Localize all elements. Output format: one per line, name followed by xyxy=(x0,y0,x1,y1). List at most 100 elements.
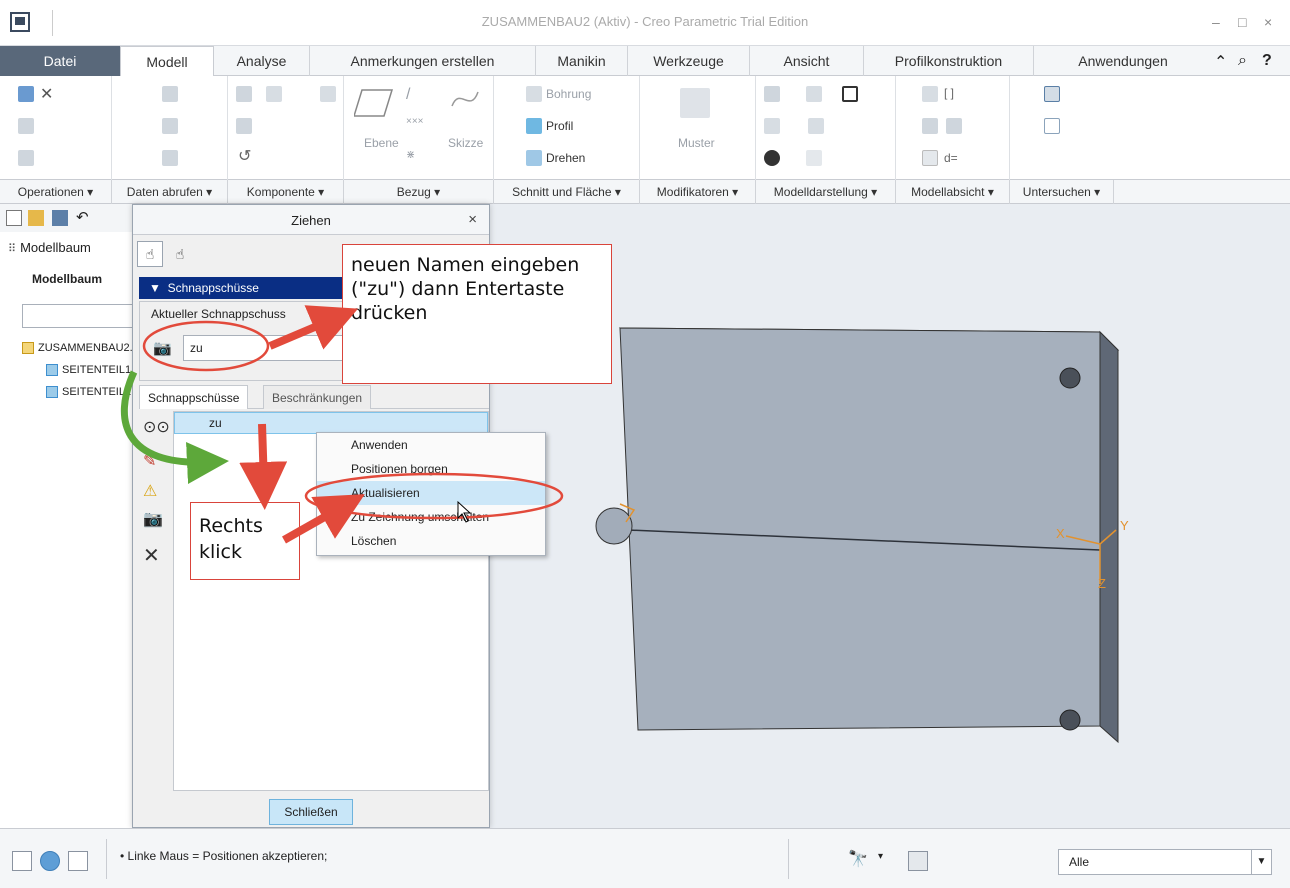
parameters-icon[interactable]: [ ] xyxy=(944,86,954,100)
tab-modell[interactable]: Modell xyxy=(120,46,214,77)
delete-snapshot-icon[interactable]: ✕ xyxy=(143,543,160,568)
extrude-label[interactable]: Profil xyxy=(546,119,573,133)
view-snapshot-icon[interactable]: ⊙⊙ xyxy=(143,417,170,437)
appearance-icon[interactable] xyxy=(808,118,824,134)
browser-icon[interactable] xyxy=(40,851,60,871)
undo-icon[interactable]: ↶ xyxy=(76,208,89,226)
model-tree-tab[interactable]: ⠿ Modellbaum xyxy=(0,232,134,264)
plane-icon[interactable] xyxy=(354,88,394,118)
close-dialog-button[interactable]: Schließen xyxy=(269,799,353,825)
reference-viewer-icon[interactable] xyxy=(1044,118,1060,134)
point-icon[interactable]: ××× xyxy=(406,116,424,127)
group-label-komponente[interactable]: Komponente ▾ xyxy=(228,180,344,204)
regenerate-icon[interactable] xyxy=(18,86,34,102)
maximize-button[interactable]: □ xyxy=(1238,14,1246,30)
section-icon[interactable] xyxy=(806,86,822,102)
mirror-component-icon[interactable] xyxy=(266,86,282,102)
tab-anmerkungen[interactable]: Anmerkungen erstellen xyxy=(310,46,536,76)
tab-manikin[interactable]: Manikin xyxy=(536,46,628,76)
revolve-label[interactable]: Drehen xyxy=(546,151,585,165)
tree-toggle-icon[interactable] xyxy=(12,851,32,871)
copy-icon[interactable] xyxy=(18,118,34,134)
minimize-button[interactable]: – xyxy=(1212,14,1220,30)
dialog-titlebar[interactable]: Ziehen × xyxy=(133,205,489,235)
dialog-close-button[interactable]: × xyxy=(468,211,477,228)
tab-constraints[interactable]: Beschränkungen xyxy=(263,385,372,409)
hole-label[interactable]: Bohrung xyxy=(546,87,591,101)
group-label-bezug[interactable]: Bezug ▾ xyxy=(344,180,494,204)
snapshot-camera-icon[interactable]: 📷 xyxy=(143,509,163,529)
tree-item-assembly[interactable]: ZUSAMMENBAU2.ASM xyxy=(0,338,134,358)
rotate-icon[interactable]: ↺ xyxy=(238,146,251,166)
save-icon[interactable] xyxy=(52,210,68,226)
tab-analyse[interactable]: Analyse xyxy=(214,46,310,76)
scene-icon[interactable] xyxy=(764,150,780,166)
extrude-icon[interactable] xyxy=(526,118,542,134)
find-dropdown-icon[interactable]: ▾ xyxy=(878,851,883,862)
menu-item-loeschen[interactable]: Löschen xyxy=(317,529,545,553)
open-file-icon[interactable] xyxy=(28,210,44,226)
pattern-label[interactable]: Muster xyxy=(678,136,715,150)
group-label-modelldarstellung[interactable]: Modelldarstellung ▾ xyxy=(756,180,896,204)
tab-snapshots[interactable]: Schnappschüsse xyxy=(139,385,249,409)
tab-profilkonstruktion[interactable]: Profilkonstruktion xyxy=(864,46,1034,76)
tab-datei[interactable]: Datei xyxy=(0,46,120,76)
warning-icon[interactable]: ⚠ xyxy=(143,481,157,501)
edit-snapshot-icon[interactable]: ✎ xyxy=(143,451,156,471)
hole-icon[interactable] xyxy=(526,86,542,102)
pattern-icon[interactable] xyxy=(680,88,710,118)
shrinkwrap-icon[interactable] xyxy=(162,150,178,166)
drag-point-icon[interactable]: ☝ xyxy=(137,241,163,267)
drag-components-icon[interactable] xyxy=(320,86,336,102)
switch-dimensions-icon[interactable] xyxy=(946,118,962,134)
drag-body-icon[interactable]: ☝ xyxy=(167,241,193,267)
list-item[interactable]: zu xyxy=(174,412,488,434)
take-snapshot-icon[interactable]: 📷 xyxy=(153,339,172,357)
menu-item-zu-zeichnung[interactable]: Zu Zeichnung umschalten xyxy=(317,505,545,529)
chevron-down-icon[interactable]: ▼ xyxy=(1251,850,1271,874)
selection-filter-icon[interactable] xyxy=(908,851,928,871)
assemble-icon[interactable] xyxy=(236,86,252,102)
delete-icon[interactable]: ✕ xyxy=(40,84,53,104)
display-style-icon[interactable] xyxy=(842,86,858,102)
publish-geometry-icon[interactable] xyxy=(922,118,938,134)
collapse-ribbon-icon[interactable]: ⌃ xyxy=(1214,52,1227,72)
user-defined-feature-icon[interactable] xyxy=(162,86,178,102)
tree-item-part-1[interactable]: SEITENTEIL1.PRT xyxy=(0,360,134,380)
group-label-modifikatoren[interactable]: Modifikatoren ▾ xyxy=(640,180,756,204)
new-file-icon[interactable] xyxy=(6,210,22,226)
tree-item-part-2[interactable]: SEITENTEIL2.PRT xyxy=(0,382,134,402)
help-icon[interactable]: ? xyxy=(1262,52,1272,70)
fullscreen-icon[interactable] xyxy=(68,851,88,871)
menu-item-aktualisieren[interactable]: Aktualisieren xyxy=(317,481,545,505)
find-icon[interactable]: 🔭 xyxy=(848,849,868,869)
tab-ansicht[interactable]: Ansicht xyxy=(750,46,864,76)
orient-icon[interactable] xyxy=(806,150,822,166)
axis-icon[interactable]: / xyxy=(406,86,410,104)
group-label-untersuchen[interactable]: Untersuchen ▾ xyxy=(1010,180,1114,204)
create-component-icon[interactable] xyxy=(236,118,252,134)
paste-icon[interactable] xyxy=(18,150,34,166)
snapshot-name-input[interactable]: zu xyxy=(183,335,343,361)
menu-item-anwenden[interactable]: Anwenden xyxy=(317,433,545,457)
group-label-schnitt-flaeche[interactable]: Schnitt und Fläche ▾ xyxy=(494,180,640,204)
close-window-button[interactable]: × xyxy=(1264,14,1272,30)
menu-item-positionen-borgen[interactable]: Positionen borgen xyxy=(317,457,545,481)
model-tree-search-input[interactable] xyxy=(22,304,134,328)
csys-icon[interactable]: ⋇ xyxy=(406,148,415,161)
group-label-daten-abrufen[interactable]: Daten abrufen ▾ xyxy=(112,180,228,204)
search-icon[interactable]: ⌕ xyxy=(1238,52,1247,70)
sketch-icon[interactable] xyxy=(450,84,480,114)
table-icon[interactable] xyxy=(922,150,938,166)
manage-views-icon[interactable] xyxy=(764,86,780,102)
bill-of-materials-icon[interactable] xyxy=(1044,86,1060,102)
tab-anwendungen[interactable]: Anwendungen xyxy=(1034,46,1212,76)
filter-select[interactable]: Alle ▼ xyxy=(1058,849,1272,875)
tab-werkzeuge[interactable]: Werkzeuge xyxy=(628,46,750,76)
group-label-modellabsicht[interactable]: Modellabsicht ▾ xyxy=(896,180,1010,204)
family-table-icon[interactable] xyxy=(922,86,938,102)
revolve-icon[interactable] xyxy=(526,150,542,166)
copy-geometry-icon[interactable] xyxy=(162,118,178,134)
relations-icon[interactable]: d= xyxy=(944,151,958,165)
perspective-icon[interactable] xyxy=(764,118,780,134)
